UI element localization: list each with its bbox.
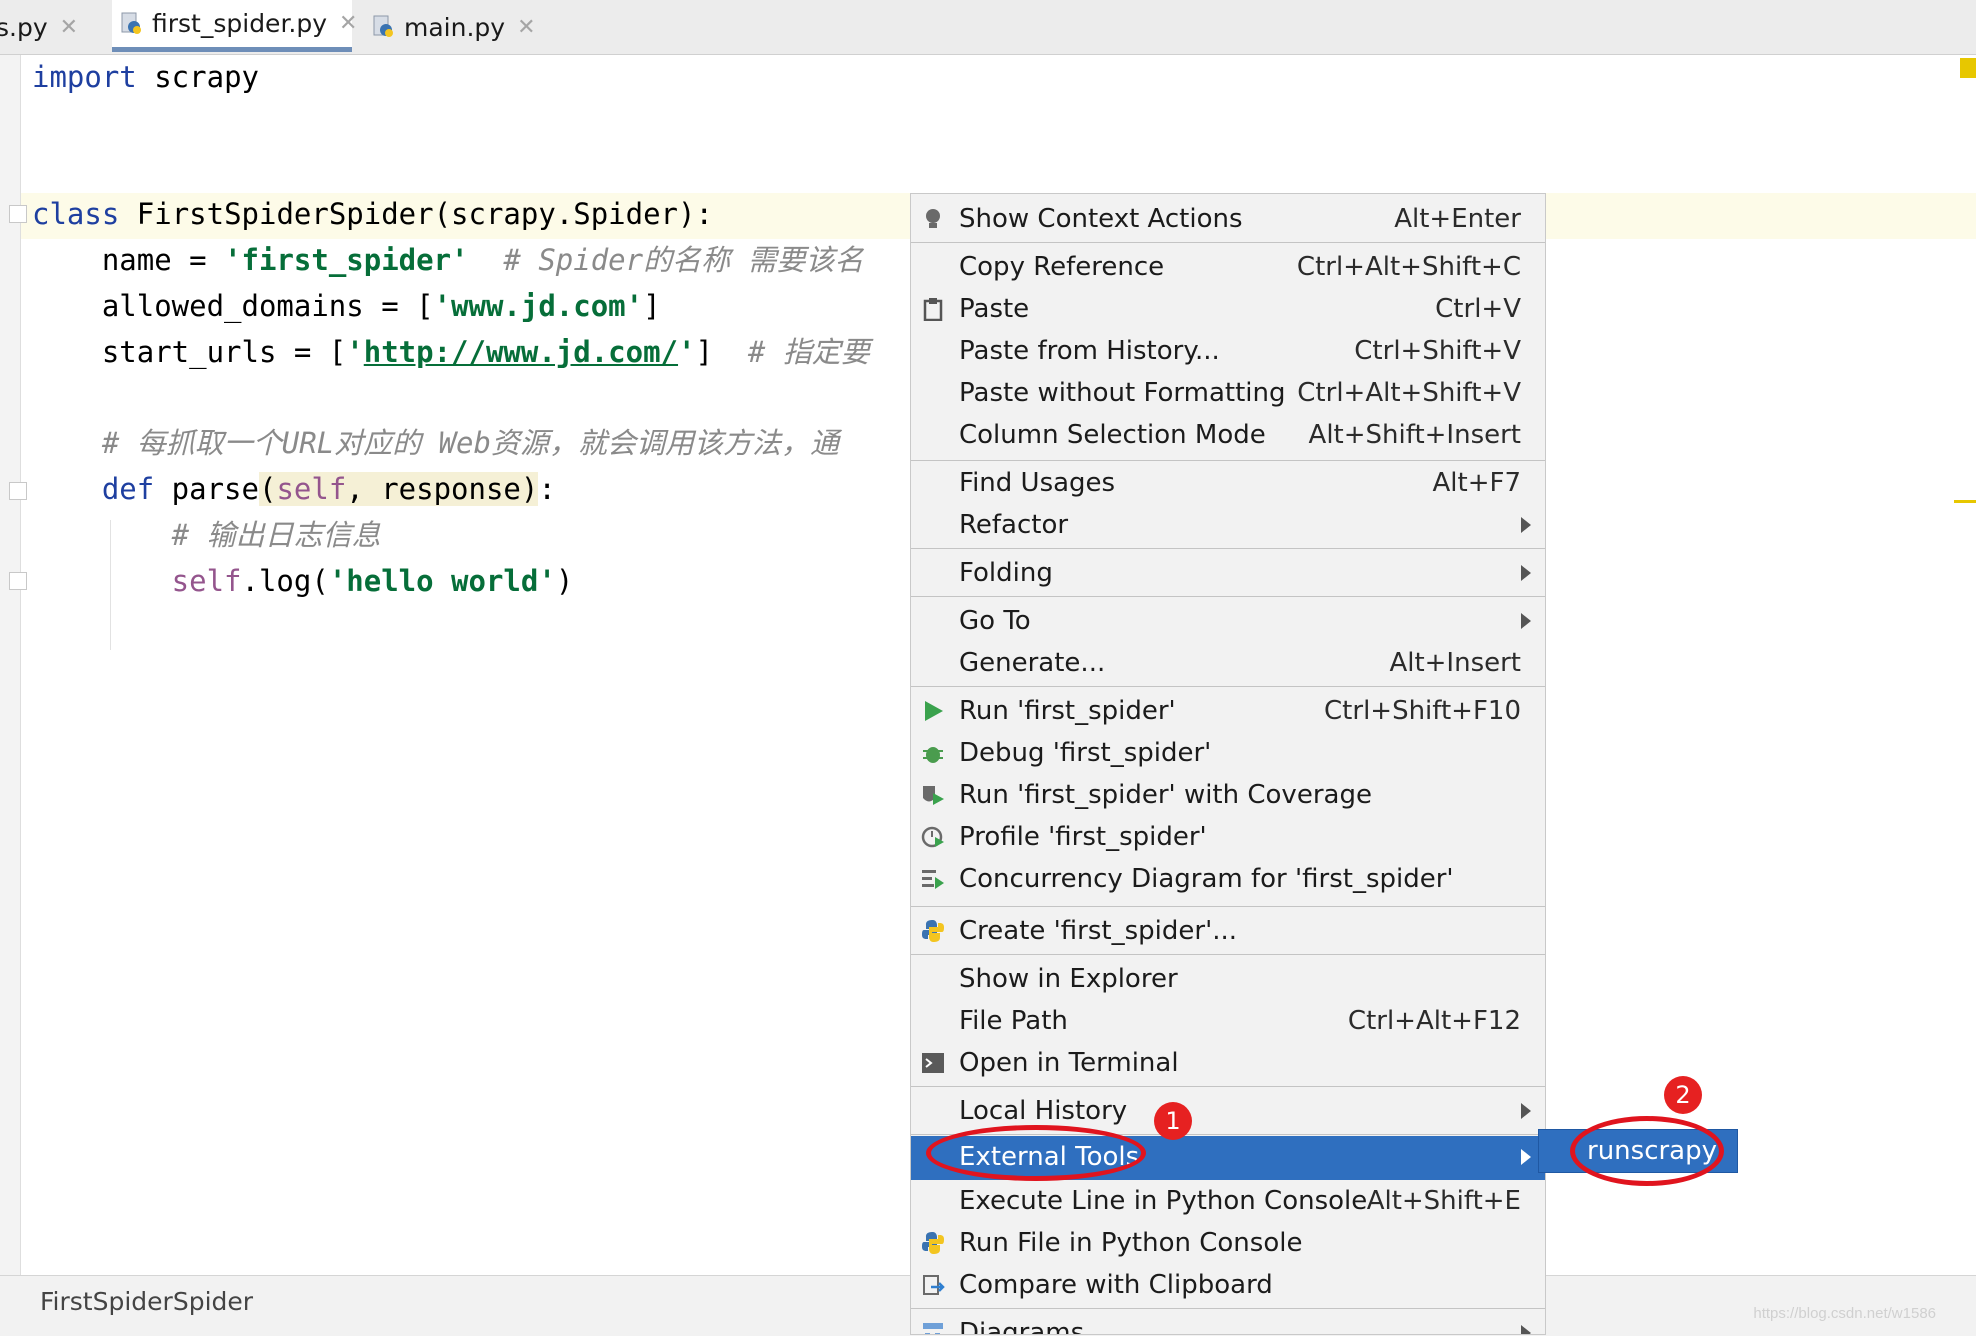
menu-separator	[911, 548, 1545, 549]
profile-icon	[921, 825, 945, 849]
code-line: class FirstSpiderSpider(scrapy.Spider):	[32, 197, 713, 231]
code-line: start_urls = ['http://www.jd.com/'] # 指定…	[32, 335, 870, 369]
submenu-arrow-icon	[1521, 1325, 1531, 1334]
menu-item-run[interactable]: Run 'first_spider' Ctrl+Shift+F10	[911, 690, 1545, 732]
python-icon	[921, 919, 945, 943]
menu-separator	[911, 686, 1545, 687]
python-file-icon	[372, 15, 394, 39]
bug-icon	[921, 741, 945, 765]
run-icon	[921, 699, 945, 723]
close-icon[interactable]: ✕	[339, 11, 357, 36]
warning-marker[interactable]	[1960, 58, 1976, 78]
compare-icon	[921, 1273, 945, 1297]
menu-separator	[911, 1086, 1545, 1087]
menu-item-open-in-terminal[interactable]: Open in Terminal	[911, 1042, 1545, 1084]
editor-gutter	[0, 55, 21, 1275]
annotation-badge: 1	[1154, 1102, 1192, 1140]
menu-item-generate[interactable]: Generate... Alt+Insert	[911, 642, 1545, 684]
menu-item-find-usages[interactable]: Find Usages Alt+F7	[911, 462, 1545, 504]
menu-item-diagrams[interactable]: Diagrams	[911, 1312, 1545, 1334]
menu-item-profile[interactable]: Profile 'first_spider'	[911, 816, 1545, 858]
menu-item-show-in-explorer[interactable]: Show in Explorer	[911, 958, 1545, 1000]
diagram-icon	[921, 1321, 945, 1334]
code-line: def parse(self, response):	[32, 472, 556, 506]
tab-s-py[interactable]: s.py ✕	[0, 0, 88, 54]
tab-label: first_spider.py	[152, 9, 328, 38]
fold-icon[interactable]	[9, 205, 27, 223]
menu-separator	[911, 596, 1545, 597]
menu-item-debug[interactable]: Debug 'first_spider'	[911, 732, 1545, 774]
lightbulb-icon	[921, 207, 945, 231]
code-line: name = 'first_spider' # Spider的名称 需要该名	[32, 243, 864, 277]
menu-separator	[911, 242, 1545, 243]
python-file-icon	[120, 12, 142, 36]
close-icon[interactable]: ✕	[60, 15, 78, 40]
tab-label: main.py	[404, 12, 506, 42]
tab-main-py[interactable]: main.py ✕	[372, 0, 536, 54]
menu-item-compare-clipboard[interactable]: Compare with Clipboard	[911, 1264, 1545, 1306]
menu-item-run-file-console[interactable]: Run File in Python Console	[911, 1222, 1545, 1264]
watermark: https://blog.csdn.net/w1586	[1753, 1305, 1936, 1322]
annotation-badge: 2	[1664, 1076, 1702, 1114]
menu-item-paste-without-formatting[interactable]: Paste without Formatting Ctrl+Alt+Shift+…	[911, 372, 1545, 414]
fold-icon[interactable]	[9, 482, 27, 500]
menu-separator	[911, 906, 1545, 907]
menu-item-show-context-actions[interactable]: Show Context Actions Alt+Enter	[911, 198, 1545, 240]
menu-item-run-with-coverage[interactable]: Run 'first_spider' with Coverage	[911, 774, 1545, 816]
menu-separator	[911, 460, 1545, 461]
error-stripe-marker[interactable]	[1954, 500, 1976, 503]
submenu-arrow-icon	[1521, 613, 1531, 629]
annotation-circle	[1570, 1116, 1724, 1186]
code-line: import scrapy	[32, 60, 259, 94]
menu-item-paste[interactable]: Paste Ctrl+V	[911, 288, 1545, 330]
menu-item-refactor[interactable]: Refactor	[911, 504, 1545, 546]
python-icon	[921, 1231, 945, 1255]
code-line: # 输出日志信息	[32, 518, 381, 552]
submenu-arrow-icon	[1521, 1103, 1531, 1119]
editor-tab-bar: s.py ✕ first_spider.py ✕ main.py ✕	[0, 0, 1976, 55]
code-line: # 每抓取一个URL对应的 Web资源，就会调用该方法，通	[32, 426, 839, 460]
menu-item-create-config[interactable]: Create 'first_spider'...	[911, 910, 1545, 952]
concurrency-icon	[921, 867, 945, 891]
menu-separator	[911, 1308, 1545, 1309]
submenu-arrow-icon	[1521, 1149, 1531, 1165]
menu-item-file-path[interactable]: File Path Ctrl+Alt+F12	[911, 1000, 1545, 1042]
menu-item-folding[interactable]: Folding	[911, 552, 1545, 594]
menu-item-copy-reference[interactable]: Copy Reference Ctrl+Alt+Shift+C	[911, 246, 1545, 288]
submenu-arrow-icon	[1521, 517, 1531, 533]
menu-separator	[911, 954, 1545, 955]
submenu-arrow-icon	[1521, 565, 1531, 581]
breadcrumb[interactable]: FirstSpiderSpider	[40, 1287, 253, 1316]
clipboard-icon	[921, 297, 945, 322]
tab-label: s.py	[0, 12, 48, 42]
menu-item-execute-line[interactable]: Execute Line in Python Console Alt+Shift…	[911, 1180, 1545, 1222]
code-line: self.log('hello world')	[32, 564, 574, 598]
close-icon[interactable]: ✕	[517, 15, 535, 40]
menu-item-concurrency-diagram[interactable]: Concurrency Diagram for 'first_spider'	[911, 858, 1545, 900]
menu-item-go-to[interactable]: Go To	[911, 600, 1545, 642]
menu-item-paste-from-history[interactable]: Paste from History... Ctrl+Shift+V	[911, 330, 1545, 372]
tab-first-spider[interactable]: first_spider.py ✕	[112, 0, 357, 52]
annotation-circle	[926, 1125, 1146, 1181]
terminal-icon	[921, 1051, 945, 1075]
fold-icon[interactable]	[9, 572, 27, 590]
coverage-icon	[921, 783, 945, 807]
menu-item-column-selection-mode[interactable]: Column Selection Mode Alt+Shift+Insert	[911, 414, 1545, 456]
url-link[interactable]: http://www.jd.com/	[364, 335, 678, 369]
code-line: allowed_domains = ['www.jd.com']	[32, 289, 661, 323]
